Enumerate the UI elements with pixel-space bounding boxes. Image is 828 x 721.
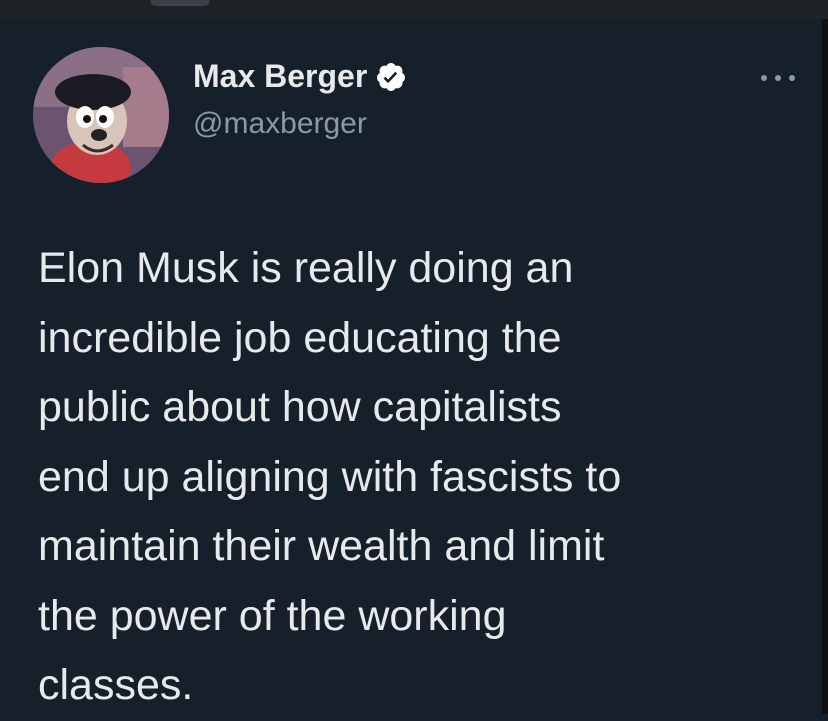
tweet-text-line: incredible job educating the: [38, 313, 562, 362]
tweet-text-line: maintain their wealth and limit: [38, 522, 605, 570]
tweet-text-line: public about how capitalists: [38, 383, 562, 431]
author-name[interactable]: Max Berger: [193, 58, 367, 95]
avatar-image: [33, 47, 169, 183]
verified-badge-icon: [377, 62, 406, 91]
tweet-card: Max Berger @maxberger Elon Musk is reall…: [0, 19, 828, 714]
author-name-row[interactable]: Max Berger: [193, 58, 407, 95]
avatar[interactable]: [33, 47, 169, 183]
author-handle[interactable]: @maxberger: [193, 107, 367, 141]
top-edge-strip: [0, 0, 828, 19]
tweet-text-line: the power of the working: [38, 591, 507, 640]
more-options-icon[interactable]: [761, 71, 795, 85]
more-dot: [775, 75, 781, 81]
tweet-text: Elon Musk is really doing an incredible …: [38, 234, 808, 721]
tweet-text-line: classes.: [38, 661, 194, 709]
more-dot: [761, 75, 767, 81]
tweet-text-line: Elon Musk is really doing an: [38, 244, 574, 292]
top-edge-fragment: [150, 0, 210, 6]
more-dot: [789, 75, 795, 81]
tweet-text-line: end up aligning with fascists to: [38, 452, 622, 501]
